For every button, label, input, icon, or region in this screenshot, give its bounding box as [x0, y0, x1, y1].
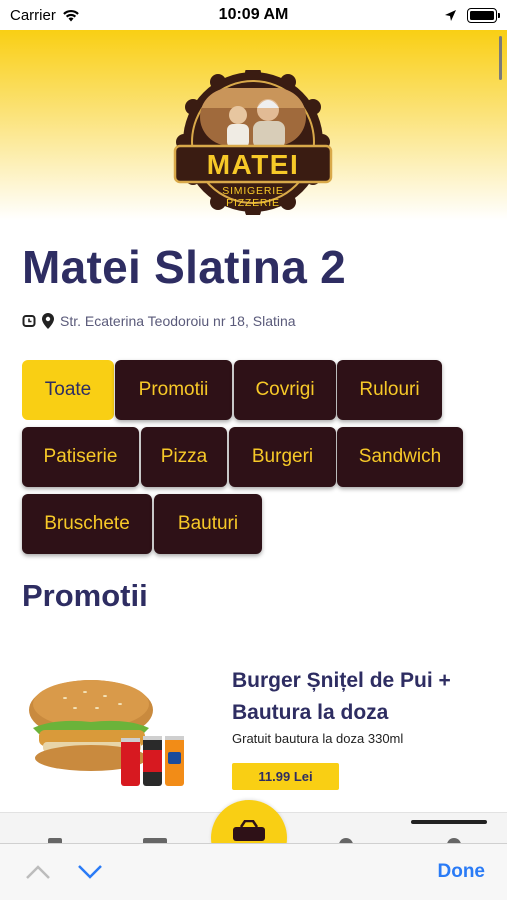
- location-arrow-icon: [445, 9, 456, 21]
- product-description: Gratuit bautura la doza 330ml: [232, 731, 404, 746]
- chevron-up-icon: [26, 865, 50, 879]
- store-title: Matei Slatina 2: [22, 241, 347, 293]
- category-chip-covrigi[interactable]: Covrigi: [234, 360, 336, 420]
- chevron-down-icon: [78, 865, 102, 879]
- category-chip-burgeri[interactable]: Burgeri: [229, 427, 336, 487]
- matei-logo: MATEI SIMIGERIE PIZZERIE: [173, 70, 333, 215]
- price-badge[interactable]: 11.99 Lei: [232, 763, 339, 790]
- clock: 10:09 AM: [218, 6, 289, 23]
- basket-icon: [233, 820, 265, 841]
- category-chip-bauturi[interactable]: Bauturi: [154, 494, 262, 554]
- category-chip-patiserie[interactable]: Patiserie: [22, 427, 139, 487]
- svg-text:SIMIGERIE: SIMIGERIE: [222, 185, 283, 197]
- previous-field-button[interactable]: [22, 856, 54, 888]
- product-image[interactable]: [25, 670, 195, 795]
- category-chip-rulouri[interactable]: Rulouri: [337, 360, 442, 420]
- category-chip-bruschete[interactable]: Bruschete: [22, 494, 152, 554]
- product-name[interactable]: Burger Șnițel de Pui + Bautura la doza: [232, 665, 492, 729]
- status-bar: Carrier 10:09 AM: [0, 0, 507, 30]
- category-chip-toate[interactable]: Toate: [22, 360, 114, 420]
- carrier-label: Carrier: [10, 6, 56, 24]
- done-button[interactable]: Done: [438, 861, 486, 883]
- store-hours-icon[interactable]: [22, 314, 36, 328]
- location-pin-icon[interactable]: [42, 313, 54, 329]
- category-chip-pizza[interactable]: Pizza: [141, 427, 227, 487]
- svg-text:MATEI: MATEI: [207, 149, 300, 180]
- store-address[interactable]: Str. Ecaterina Teodoroiu nr 18, Slatina: [60, 313, 296, 329]
- battery-icon: [467, 7, 500, 23]
- scrollbar[interactable]: [499, 36, 502, 80]
- section-title: Promotii: [22, 578, 148, 613]
- category-chip-promotii[interactable]: Promotii: [115, 360, 232, 420]
- tab-active-indicator: [411, 820, 487, 824]
- category-chip-sandwich[interactable]: Sandwich: [337, 427, 463, 487]
- keyboard-accessory-toolbar: Done: [0, 843, 507, 900]
- wifi-icon: [63, 9, 79, 21]
- svg-text:PIZZERIE: PIZZERIE: [226, 197, 280, 209]
- address-row: Str. Ecaterina Teodoroiu nr 18, Slatina: [22, 313, 296, 329]
- next-field-button[interactable]: [74, 856, 106, 888]
